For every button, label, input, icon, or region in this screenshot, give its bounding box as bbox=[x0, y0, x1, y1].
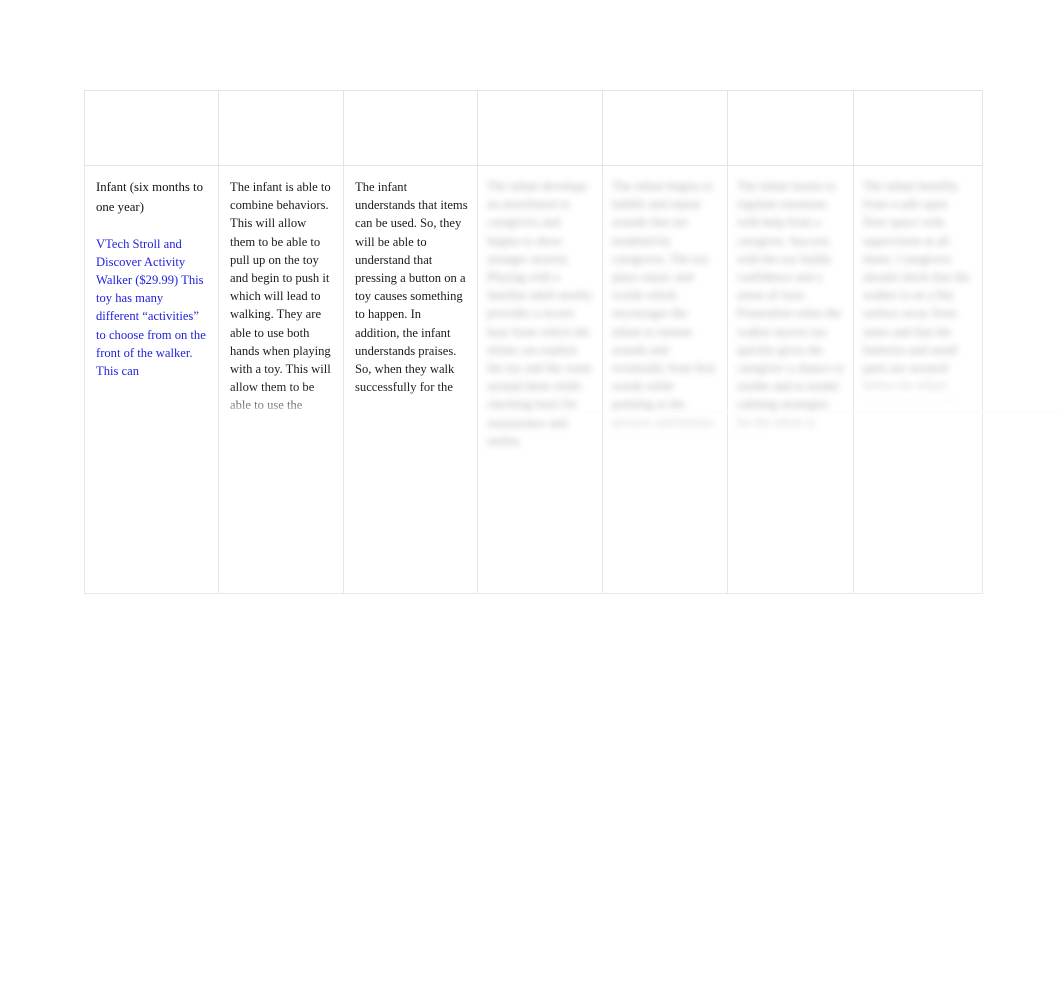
table-cell-redacted-6: The infant learns to regulate emotions w… bbox=[727, 165, 854, 594]
table-row: Infant (six months to one year) VTech St… bbox=[84, 165, 983, 594]
table-cell-motor-development: The infant is able to combine behaviors.… bbox=[218, 165, 344, 594]
table-header-cell-2 bbox=[218, 90, 344, 166]
table-header-cell-5 bbox=[602, 90, 728, 166]
redacted-content-6: The infant learns to regulate emotions w… bbox=[729, 167, 853, 593]
cognitive-development-content: The infant understands that items can be… bbox=[345, 167, 477, 593]
table-header-cell-1 bbox=[84, 90, 219, 166]
header-cell-label-5 bbox=[603, 91, 727, 165]
header-cell-label-1 bbox=[85, 91, 218, 165]
table-header-cell-7 bbox=[853, 90, 983, 166]
redacted-text-7: The infant benefits from a safe open flo… bbox=[863, 179, 970, 430]
table-cell-redacted-5: The infant begins to babble and repeat s… bbox=[602, 165, 728, 594]
motor-development-content: The infant is able to combine behaviors.… bbox=[220, 167, 343, 593]
header-cell-label-4 bbox=[478, 91, 602, 165]
table-cell-redacted-4: The infant develops an attachment to car… bbox=[477, 165, 603, 594]
redacted-content-4: The infant develops an attachment to car… bbox=[479, 167, 602, 593]
motor-development-text: The infant is able to combine behaviors.… bbox=[230, 180, 331, 431]
table-header-cell-4 bbox=[477, 90, 603, 166]
table-header-cell-6 bbox=[727, 90, 854, 166]
table-header-cell-3 bbox=[343, 90, 478, 166]
product-link-text[interactable]: VTech Stroll and Discover Activity Walke… bbox=[96, 235, 209, 381]
redacted-text-6: The infant learns to regulate emotions w… bbox=[737, 179, 844, 448]
header-cell-label-7 bbox=[854, 91, 982, 165]
table-cell-redacted-7: The infant benefits from a safe open flo… bbox=[853, 165, 983, 594]
redacted-content-5: The infant begins to babble and repeat s… bbox=[604, 167, 727, 593]
document-page: Infant (six months to one year) VTech St… bbox=[84, 90, 1062, 594]
header-cell-label-3 bbox=[344, 91, 477, 165]
table-cell-stage: Infant (six months to one year) VTech St… bbox=[84, 165, 219, 594]
redacted-content-7: The infant benefits from a safe open flo… bbox=[855, 167, 982, 593]
header-cell-label-2 bbox=[219, 91, 343, 165]
table-cell-cognitive-development: The infant understands that items can be… bbox=[343, 165, 478, 594]
redacted-text-5: The infant begins to babble and repeat s… bbox=[612, 179, 716, 467]
stage-cell-content: Infant (six months to one year) VTech St… bbox=[86, 167, 218, 593]
header-cell-label-6 bbox=[728, 91, 853, 165]
table-header-row bbox=[84, 90, 983, 166]
stage-title: Infant (six months to one year) bbox=[96, 180, 203, 214]
cognitive-development-text: The infant understands that items can be… bbox=[355, 180, 468, 395]
redacted-text-4: The infant develops an attachment to car… bbox=[487, 179, 593, 448]
milestone-table: Infant (six months to one year) VTech St… bbox=[84, 90, 983, 594]
